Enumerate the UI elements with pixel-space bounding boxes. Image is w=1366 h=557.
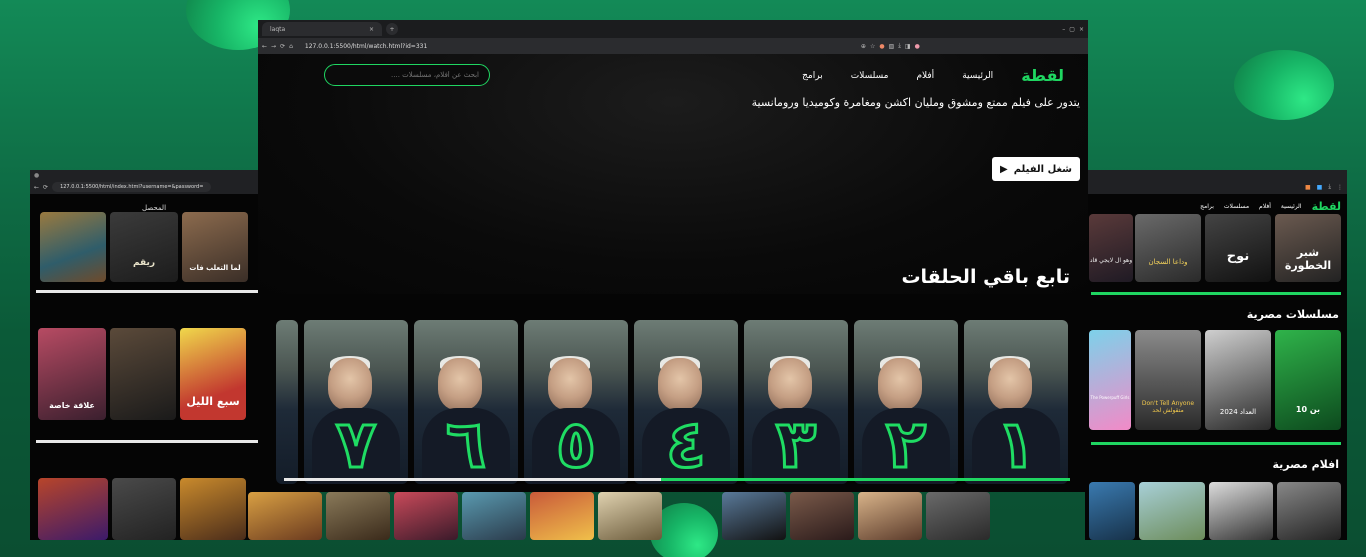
episode-card[interactable]: ١ — [964, 320, 1068, 484]
poster-card[interactable] — [110, 328, 176, 420]
poster-card[interactable]: وهو ال لايجي قاد — [1089, 214, 1133, 282]
extension-icon[interactable]: ■ — [1305, 184, 1311, 191]
poster-card[interactable]: The Powerpuff Girls — [1089, 330, 1131, 430]
slider-track — [36, 440, 266, 443]
poster-card[interactable] — [722, 492, 786, 540]
poster-card[interactable]: نوح — [1205, 214, 1271, 282]
episode-number: ٢ — [884, 406, 927, 483]
poster-card[interactable] — [248, 492, 322, 540]
poster-card[interactable] — [1089, 482, 1135, 540]
poster-title: بن 10 — [1295, 405, 1321, 414]
main-browser-window: laqta × + – ▢ × ← → ⟳ ⌂ 127.0.0.1:5500/h… — [258, 20, 1088, 492]
right-browser-window: ■ ■ ⤓ ⋮ لقطة الرئيسية أفلام مسلسلات برام… — [1085, 170, 1347, 540]
poster-card[interactable] — [1277, 482, 1341, 540]
bottom-poster-strip — [248, 492, 1088, 540]
poster-title: العداد 2024 — [1219, 408, 1257, 416]
poster-title: نوح — [1226, 249, 1250, 264]
profile-icon[interactable]: ■ — [1317, 184, 1323, 191]
poster-card[interactable]: العداد 2024 — [1205, 330, 1271, 430]
right-navbar: لقطة الرئيسية أفلام مسلسلات برامج — [1200, 200, 1341, 213]
poster-card[interactable]: ريقم — [110, 212, 178, 282]
poster-card[interactable] — [926, 492, 990, 540]
left-url-field[interactable]: 127.0.0.1:5500/html/index.html?username=… — [52, 182, 212, 192]
episode-card[interactable]: ٥ — [524, 320, 628, 484]
left-browser-window: ● ← ⟳ 127.0.0.1:5500/html/index.html?use… — [30, 170, 275, 540]
episode-card[interactable]: ٣ — [744, 320, 848, 484]
episode-number: ٤ — [664, 406, 707, 483]
nav-programs[interactable]: برامج — [1200, 203, 1214, 210]
nav-series[interactable]: مسلسلات — [1224, 203, 1249, 210]
episode-card[interactable]: ٤ — [634, 320, 738, 484]
poster-card[interactable]: شبر الخطورة — [1275, 214, 1341, 282]
carousel-scrollbar[interactable] — [284, 478, 1070, 481]
download-icon[interactable]: ⤓ — [1328, 183, 1331, 191]
poster-card[interactable]: وداعا السجان — [1135, 214, 1201, 282]
episode-number: ٧ — [334, 406, 377, 483]
poster-title: سبع الليل — [186, 395, 240, 408]
poster-card[interactable] — [1139, 482, 1205, 540]
poster-card[interactable]: Don't Tell Anyone متقولش لحد — [1135, 330, 1201, 430]
episode-card[interactable]: ٧ — [304, 320, 408, 484]
episode-number: ٣ — [774, 406, 817, 483]
slider-progress — [1091, 442, 1341, 445]
poster-card[interactable] — [1209, 482, 1273, 540]
episode-card[interactable]: ٦ — [414, 320, 518, 484]
poster-card[interactable] — [40, 212, 106, 282]
right-browser-toolbar — [1085, 170, 1347, 180]
nav-movies[interactable]: أفلام — [1259, 203, 1271, 210]
poster-title: ريقم — [132, 258, 156, 268]
episode-card[interactable] — [276, 320, 298, 484]
poster-title: علاقة خاصة — [49, 401, 95, 410]
logo[interactable]: لقطة — [1312, 200, 1341, 213]
episode-number: ٥ — [554, 406, 597, 483]
episode-card[interactable]: ٢ — [854, 320, 958, 484]
poster-card[interactable] — [858, 492, 922, 540]
poster-card[interactable]: لما التعلب فات — [182, 212, 248, 282]
menu-icon[interactable]: ⋮ — [1337, 184, 1343, 191]
poster-card[interactable]: بن 10 — [1275, 330, 1341, 430]
poster-card[interactable] — [180, 478, 246, 540]
section-title-movies: افلام مصرية — [1272, 458, 1339, 471]
episodes-carousel: ٧ ٦ ٥ ٤ ٣ ٢ ١ — [258, 20, 1088, 492]
episode-number: ٦ — [444, 406, 487, 483]
carousel-scrollbar-progress — [661, 478, 1070, 481]
poster-title: لما التعلب فات — [189, 264, 241, 272]
section-title-series: مسلسلات مصرية — [1246, 308, 1339, 321]
slider-track — [36, 290, 266, 293]
nav-home[interactable]: الرئيسية — [1281, 203, 1302, 210]
poster-card[interactable] — [326, 492, 390, 540]
episode-number: ١ — [994, 406, 1037, 483]
left-browser-addressbar: ← ⟳ 127.0.0.1:5500/html/index.html?usern… — [30, 180, 275, 194]
decorative-orb-right — [1234, 50, 1334, 120]
right-browser-addressbar: ■ ■ ⤓ ⋮ — [1085, 180, 1347, 194]
left-top-label: المحصل — [142, 204, 167, 212]
poster-title: شبر الخطورة — [1284, 246, 1332, 272]
poster-card[interactable] — [598, 492, 662, 540]
poster-card[interactable] — [112, 478, 176, 540]
reload-icon[interactable]: ⟳ — [43, 184, 48, 191]
poster-card[interactable] — [790, 492, 854, 540]
poster-card[interactable] — [38, 478, 108, 540]
poster-title: Don't Tell Anyone متقولش لحد — [1141, 400, 1195, 414]
poster-title: وداعا السجان — [1148, 258, 1188, 266]
poster-card[interactable] — [394, 492, 458, 540]
poster-card[interactable]: علاقة خاصة — [38, 328, 106, 420]
back-icon[interactable]: ← — [34, 184, 39, 191]
poster-card[interactable]: سبع الليل — [180, 328, 246, 420]
slider-progress — [1091, 292, 1341, 295]
poster-card[interactable] — [462, 492, 526, 540]
poster-title: وهو ال لايجي قاد — [1089, 257, 1133, 264]
left-browser-toolbar: ● — [30, 170, 275, 180]
poster-title: The Powerpuff Girls — [1090, 395, 1130, 400]
poster-card[interactable] — [530, 492, 594, 540]
